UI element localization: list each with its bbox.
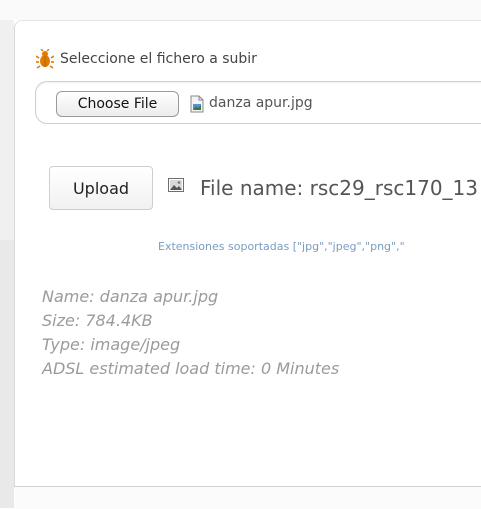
supported-extensions-note: Extensiones soportadas ["jpg","jpeg","pn… <box>158 240 405 253</box>
file-info-name: Name: danza apur.jpg <box>42 287 219 306</box>
file-select-label-row: Seleccione el fichero a subir <box>36 48 257 70</box>
choose-file-button[interactable]: Choose File <box>56 91 179 117</box>
bug-icon <box>36 49 54 69</box>
image-icon <box>168 178 184 192</box>
uploaded-file-name: File name: rsc29_rsc170_13 <box>200 176 478 200</box>
file-info-block: Name: danza apur.jpg Size: 784.4KB Type:… <box>42 285 339 381</box>
file-info-size: Size: 784.4KB <box>42 311 153 330</box>
upload-button[interactable]: Upload <box>49 166 153 210</box>
top-background <box>0 0 481 20</box>
file-select-label: Seleccione el fichero a subir <box>60 51 257 67</box>
file-info-load-time: ADSL estimated load time: 0 Minutes <box>42 359 340 378</box>
document-icon <box>190 95 204 113</box>
file-info-type: Type: image/jpeg <box>42 335 181 354</box>
left-background-lower <box>0 240 14 508</box>
chosen-file-name: danza apur.jpg <box>209 95 313 111</box>
panel-bottom-bar <box>14 486 481 509</box>
